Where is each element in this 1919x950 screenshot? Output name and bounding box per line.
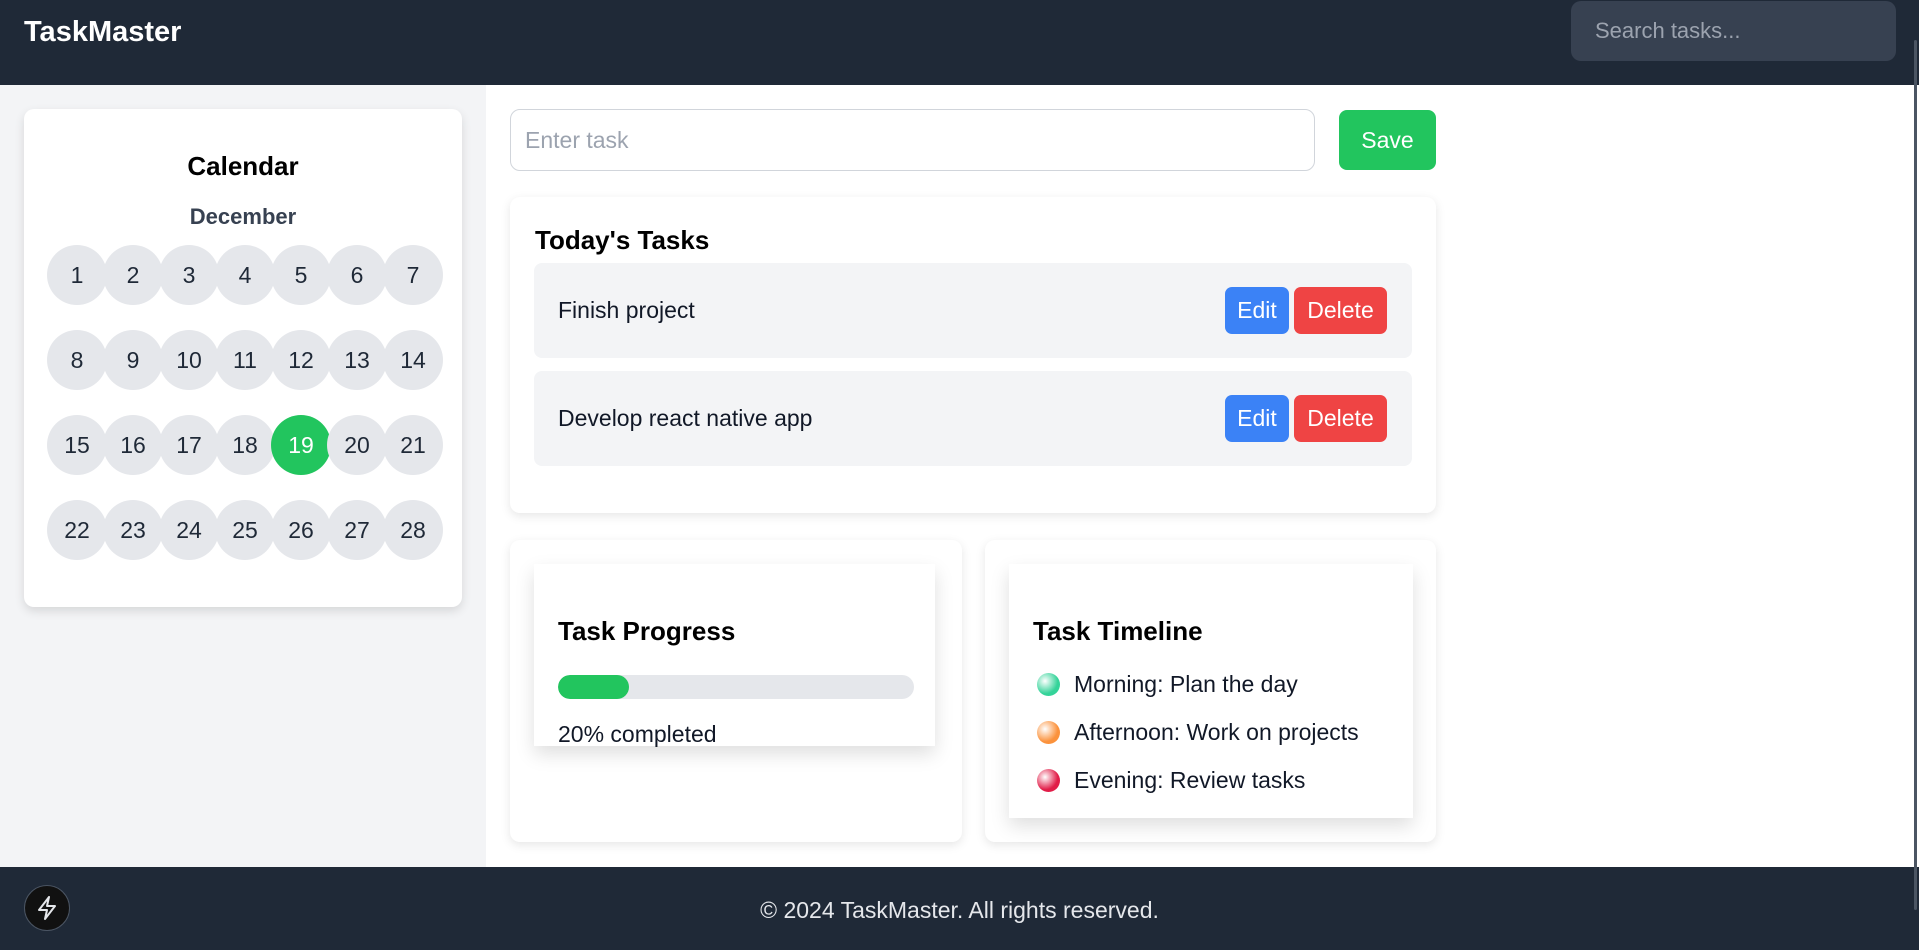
progress-bar xyxy=(558,675,914,699)
calendar-day[interactable]: 15 xyxy=(47,415,107,475)
calendar-day[interactable]: 6 xyxy=(327,245,387,305)
footer-copyright: © 2024 TaskMaster. All rights reserved. xyxy=(760,897,1159,923)
timeline-item: Evening: Review tasks xyxy=(1037,766,1305,794)
calendar-day[interactable]: 26 xyxy=(271,500,331,560)
calendar-day[interactable]: 2 xyxy=(103,245,163,305)
calendar-day[interactable]: 20 xyxy=(327,415,387,475)
progress-panel: Task Progress 20% completed xyxy=(510,540,962,842)
calendar-day[interactable]: 14 xyxy=(383,330,443,390)
calendar-day[interactable]: 24 xyxy=(159,500,219,560)
edit-button[interactable]: Edit xyxy=(1225,395,1289,442)
todays-tasks-card: Today's Tasks Finish project Edit Delete… xyxy=(510,197,1436,513)
progress-bar-fill xyxy=(558,675,630,699)
brand-logo-text[interactable]: TaskMaster xyxy=(24,16,181,49)
calendar-day[interactable]: 25 xyxy=(215,500,275,560)
task-timeline-title: Task Timeline xyxy=(1033,616,1203,646)
calendar-day[interactable]: 8 xyxy=(47,330,107,390)
task-text: Finish project xyxy=(558,297,695,323)
top-navbar: TaskMaster xyxy=(0,0,1919,85)
calendar-day[interactable]: 10 xyxy=(159,330,219,390)
calendar-title: Calendar xyxy=(187,151,299,181)
todays-tasks-title: Today's Tasks xyxy=(535,225,710,255)
calendar-day[interactable]: 18 xyxy=(215,415,275,475)
lightning-bolt-icon-svg xyxy=(38,896,56,920)
calendar-day[interactable]: 21 xyxy=(383,415,443,475)
timeline-dot-icon xyxy=(1037,768,1060,792)
calendar-day[interactable]: 28 xyxy=(383,500,443,560)
calendar-day[interactable]: 23 xyxy=(103,500,163,560)
progress-label: 20% completed xyxy=(558,721,717,747)
edit-button[interactable]: Edit xyxy=(1225,287,1289,334)
timeline-text: Morning: Plan the day xyxy=(1074,670,1298,697)
calendar-day[interactable]: 27 xyxy=(327,500,387,560)
calendar-month: December xyxy=(189,204,297,229)
calendar-day[interactable]: 22 xyxy=(47,500,107,560)
timeline-panel: Task Timeline Morning: Plan the day Afte… xyxy=(985,540,1436,842)
calendar-day[interactable]: 12 xyxy=(271,330,331,390)
timeline-dot-icon xyxy=(1037,720,1060,744)
timeline-item: Morning: Plan the day xyxy=(1037,670,1298,698)
sidebar: Calendar December 1 2 3 4 5 6 7 8 9 10 11 12 13 14 15 1… xyxy=(0,85,486,867)
calendar-day[interactable]: 3 xyxy=(159,245,219,305)
timeline-text: Evening: Review tasks xyxy=(1074,766,1306,793)
task-input[interactable] xyxy=(510,109,1315,171)
calendar-day[interactable]: 7 xyxy=(383,245,443,305)
calendar-day-selected[interactable]: 19 xyxy=(271,415,331,475)
calendar-day[interactable]: 11 xyxy=(215,330,275,390)
footer: © 2024 TaskMaster. All rights reserved. xyxy=(0,867,1919,950)
delete-button[interactable]: Delete xyxy=(1294,395,1387,442)
task-timeline-card: Task Timeline Morning: Plan the day Afte… xyxy=(1009,564,1413,818)
task-progress-title: Task Progress xyxy=(558,616,736,646)
task-text: Develop react native app xyxy=(558,405,813,431)
calendar-day[interactable]: 16 xyxy=(103,415,163,475)
timeline-item: Afternoon: Work on projects xyxy=(1037,718,1359,746)
task-row: Develop react native app Edit Delete xyxy=(534,371,1412,466)
timeline-dot-icon xyxy=(1037,672,1060,696)
timeline-text: Afternoon: Work on projects xyxy=(1074,718,1359,745)
page-scrollbar[interactable] xyxy=(1914,40,1917,910)
calendar-day[interactable]: 9 xyxy=(103,330,163,390)
calendar-day[interactable]: 1 xyxy=(47,245,107,305)
lightning-bolt-icon[interactable] xyxy=(24,885,70,931)
calendar-day[interactable]: 17 xyxy=(159,415,219,475)
calendar-day[interactable]: 5 xyxy=(271,245,331,305)
task-row: Finish project Edit Delete xyxy=(534,263,1412,358)
calendar-day[interactable]: 13 xyxy=(327,330,387,390)
search-input[interactable] xyxy=(1571,1,1896,61)
calendar-day[interactable]: 4 xyxy=(215,245,275,305)
task-progress-card: Task Progress 20% completed xyxy=(534,564,935,747)
save-button[interactable]: Save xyxy=(1339,110,1436,170)
calendar-card: Calendar December 1 2 3 4 5 6 7 8 9 10 11 12 13 14 15 1… xyxy=(24,109,462,607)
delete-button[interactable]: Delete xyxy=(1294,287,1387,334)
